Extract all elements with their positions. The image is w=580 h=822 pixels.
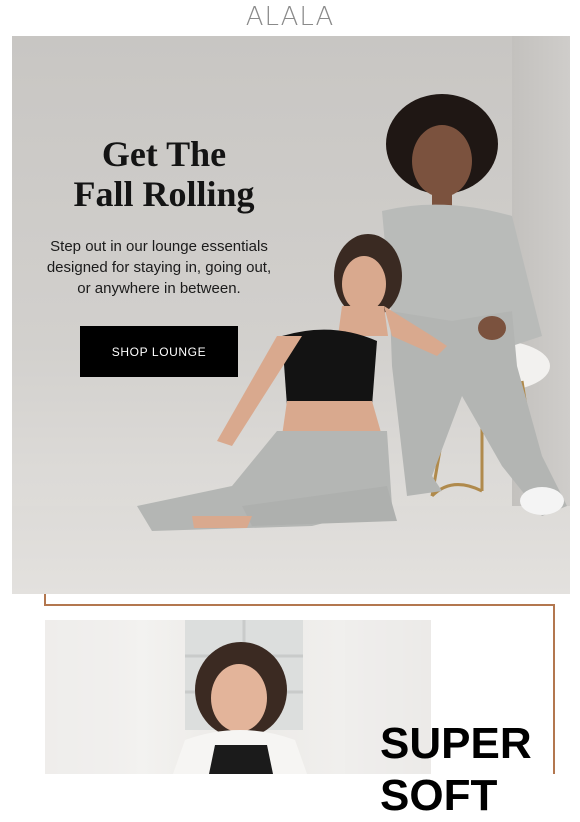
shop-lounge-button[interactable]: SHOP LOUNGE — [80, 326, 238, 377]
frame-line-top — [44, 604, 555, 606]
super-soft-title: SUPER SOFT — [380, 718, 560, 822]
hero-subtitle-line: or anywhere in between. — [77, 280, 241, 297]
hero-subtitle: Step out in our lounge essentials design… — [28, 236, 290, 299]
hero-models-photo — [137, 94, 567, 531]
hero-banner[interactable]: Get The Fall Rolling Step out in our lou… — [12, 36, 570, 594]
hero-subtitle-line: designed for staying in, going out, — [46, 259, 272, 276]
hero-subtitle-line: Step out in our lounge essentials — [50, 238, 268, 255]
model-right-shape — [382, 94, 567, 516]
super-soft-photo[interactable] — [45, 620, 431, 774]
super-soft-title-line: SOFT — [380, 771, 498, 820]
hero-title: Get The Fall Rolling — [34, 134, 294, 214]
window-model-photo — [45, 620, 431, 774]
super-soft-title-line: SUPER — [380, 719, 532, 768]
hero-title-line: Fall Rolling — [73, 174, 255, 214]
brand-logo[interactable]: ALALA — [246, 2, 335, 32]
hero-title-line: Get The — [101, 134, 227, 174]
brand-header: ALALA — [0, 0, 580, 34]
